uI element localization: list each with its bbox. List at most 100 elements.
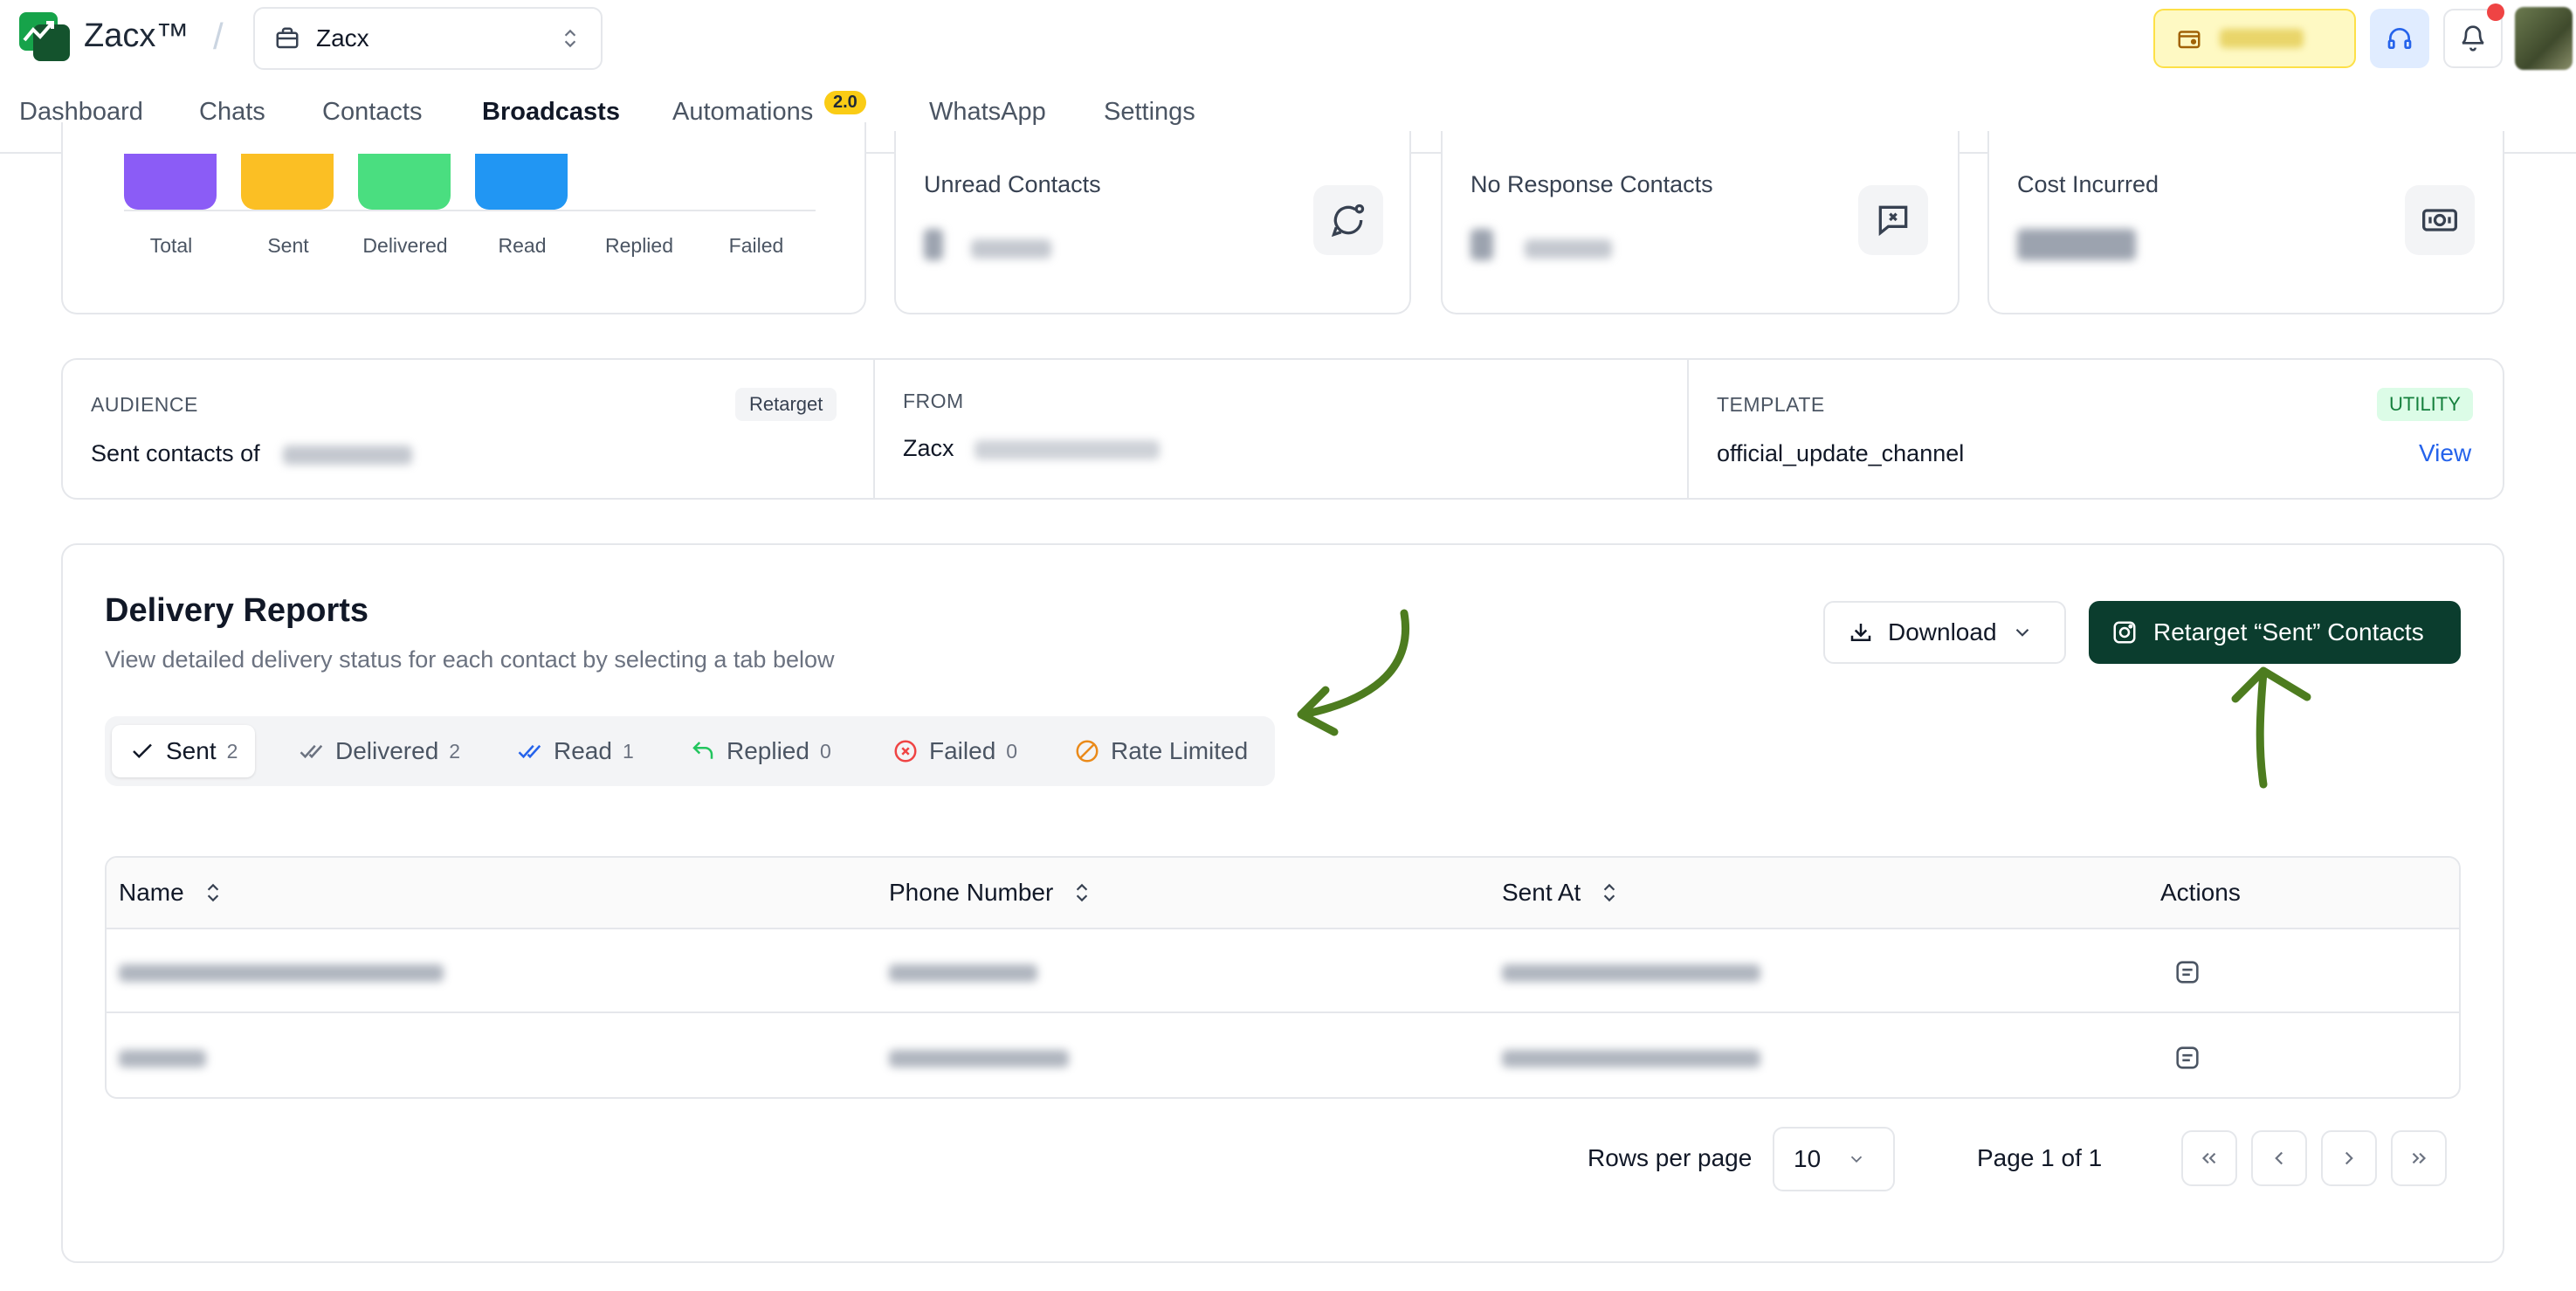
template-category-badge: UTILITY [2377, 388, 2473, 421]
tab-failed-label: Failed [929, 737, 996, 764]
view-message-icon[interactable] [2173, 957, 2202, 987]
nav-whatsapp[interactable]: WhatsApp [929, 98, 1046, 127]
template-name: official_update_channel [1717, 440, 1965, 466]
tab-failed[interactable]: Failed 0 [875, 725, 1035, 777]
tab-delivered[interactable]: Delivered 2 [281, 725, 478, 777]
rows-per-page-label: Rows per page [1588, 1144, 1753, 1171]
tab-failed-count: 0 [1006, 739, 1018, 763]
column-actions: Actions [2160, 879, 2241, 907]
x-circle-icon [892, 738, 919, 764]
reply-icon [690, 738, 716, 764]
notification-dot [2487, 3, 2504, 21]
from-value: Zacx [903, 435, 954, 461]
phone-number-redacted [889, 1050, 1069, 1067]
tab-rate-limited[interactable]: Rate Limited [1057, 725, 1265, 777]
chevrons-up-down-icon [559, 27, 582, 50]
column-actions-label: Actions [2160, 879, 2241, 906]
bar-sent [241, 154, 334, 210]
support-button[interactable] [2370, 9, 2429, 68]
tab-replied-count: 0 [819, 739, 831, 763]
unread-percent-redacted [971, 239, 1051, 259]
info-divider [1687, 360, 1689, 498]
briefcase-icon [274, 25, 300, 52]
previous-page-button[interactable] [2251, 1130, 2307, 1186]
chevron-down-icon [2011, 621, 2034, 644]
tab-replied-label: Replied [727, 737, 809, 764]
bar-total [124, 154, 217, 210]
table-row[interactable] [107, 1015, 2459, 1097]
no-response-percent-redacted [1525, 239, 1612, 259]
download-button[interactable]: Download [1823, 601, 2066, 664]
view-message-icon[interactable] [2173, 1043, 2202, 1073]
retarget-sent-contacts-button[interactable]: Retarget “Sent” Contacts [2089, 601, 2461, 664]
app-logo-icon[interactable] [17, 10, 72, 65]
retarget-badge: Retarget [735, 388, 837, 421]
wallet-amount-redacted [2220, 29, 2304, 48]
first-page-button[interactable] [2181, 1130, 2237, 1186]
from-phone-redacted [975, 440, 1160, 459]
column-sent-at[interactable]: Sent At [1502, 879, 1621, 907]
audience-name-redacted [283, 445, 412, 465]
next-page-button[interactable] [2321, 1130, 2377, 1186]
tab-replied[interactable]: Replied 0 [672, 725, 849, 777]
no-response-contacts-title: No Response Contacts [1471, 171, 1713, 197]
cost-incurred-title: Cost Incurred [2017, 171, 2159, 197]
annotation-arrow-icon [2231, 666, 2311, 789]
cost-amount-redacted [2017, 229, 2136, 260]
column-phone-label: Phone Number [889, 879, 1054, 906]
unread-contacts-title: Unread Contacts [924, 171, 1101, 197]
audience-label: AUDIENCE [91, 393, 198, 416]
last-page-button[interactable] [2391, 1130, 2447, 1186]
chevrons-right-icon [2407, 1147, 2430, 1170]
tab-sent[interactable]: Sent 2 [112, 725, 256, 777]
contact-name-redacted [119, 964, 444, 982]
double-check-blue-icon [517, 738, 543, 764]
chart-label-failed: Failed [728, 234, 784, 257]
chart-label-delivered: Delivered [362, 234, 448, 257]
wallet-balance-button[interactable] [2153, 9, 2356, 68]
sort-icon[interactable] [1598, 881, 1621, 904]
tab-delivered-label: Delivered [335, 737, 439, 764]
annotation-arrow-icon [1297, 609, 1409, 736]
chart-label-total: Total [149, 234, 193, 257]
tab-sent-label: Sent [166, 737, 217, 764]
view-template-link[interactable]: View [2419, 439, 2471, 467]
table-row[interactable] [107, 929, 2459, 1013]
column-name[interactable]: Name [119, 879, 224, 907]
broadcast-info-card [61, 358, 2504, 500]
audience-value: Sent contacts of [91, 440, 260, 466]
rows-per-page-select[interactable]: 10 [1773, 1127, 1895, 1191]
download-icon [1848, 619, 1874, 646]
column-phone-number[interactable]: Phone Number [889, 879, 1093, 907]
delivery-reports-subtitle: View detailed delivery status for each c… [105, 646, 835, 673]
unread-count-redacted [924, 229, 943, 260]
bell-icon [2459, 24, 2487, 52]
chart-label-replied: Replied [605, 234, 673, 257]
double-check-icon [299, 738, 325, 764]
sent-at-redacted [1502, 1050, 1760, 1067]
message-x-icon [1858, 185, 1928, 255]
from-label: FROM [903, 390, 964, 412]
sent-at-redacted [1502, 964, 1760, 982]
wallet-icon [2176, 25, 2202, 52]
sort-icon[interactable] [202, 881, 224, 904]
tab-read[interactable]: Read 1 [499, 725, 651, 777]
chart-baseline [124, 210, 816, 211]
user-avatar[interactable] [2515, 7, 2573, 70]
bar-read [475, 154, 568, 210]
headset-icon [2386, 24, 2414, 52]
workspace-select[interactable]: Zacx [253, 7, 603, 70]
nav-settings[interactable]: Settings [1104, 98, 1195, 127]
message-circle-icon [1313, 185, 1383, 255]
column-sent-at-label: Sent At [1502, 879, 1581, 906]
tab-delivered-count: 2 [449, 739, 461, 763]
tab-rate-limited-label: Rate Limited [1111, 737, 1249, 764]
table-header: Name Phone Number Sent At Actions [107, 858, 2459, 929]
chevron-down-icon [1847, 1149, 1866, 1169]
tab-sent-count: 2 [226, 739, 238, 763]
delivery-reports-title: Delivery Reports [105, 592, 369, 629]
sort-icon[interactable] [1071, 881, 1093, 904]
chevron-right-icon [2338, 1147, 2360, 1170]
automations-version-badge: 2.0 [824, 91, 866, 114]
tab-read-label: Read [554, 737, 612, 764]
